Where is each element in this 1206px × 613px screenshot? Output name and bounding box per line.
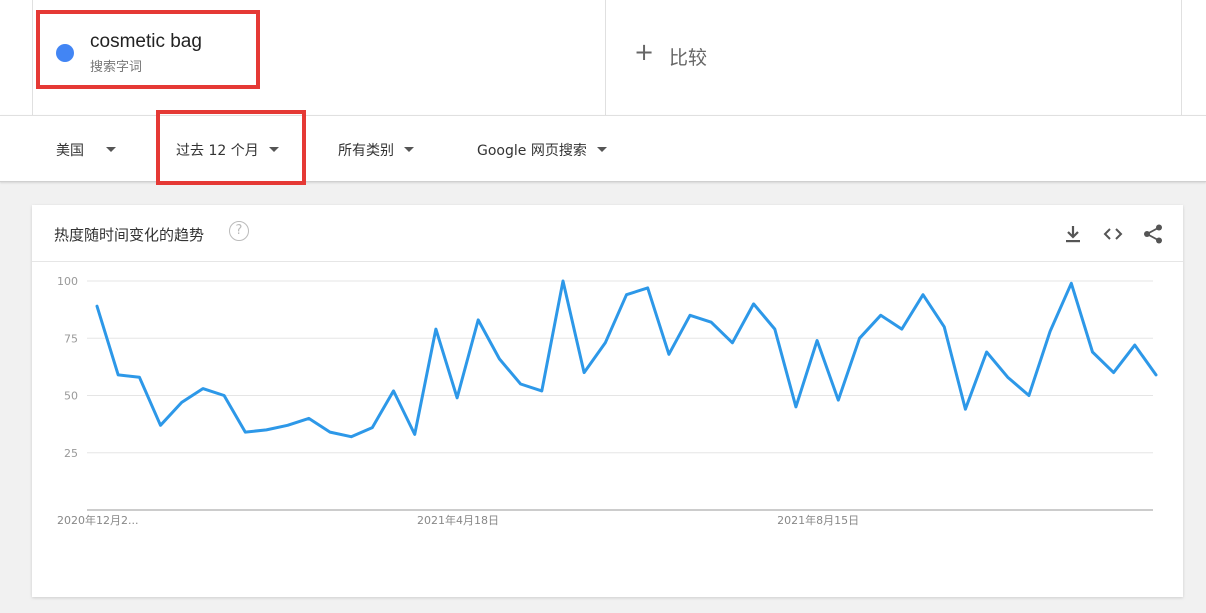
chevron-down-icon bbox=[404, 146, 414, 152]
embed-icon[interactable] bbox=[1102, 223, 1124, 245]
trend-chart: 25 50 75 100 2020年12月2... 2021年4月18日 2021年8月15… bbox=[57, 275, 1159, 527]
data-point[interactable] bbox=[751, 301, 757, 307]
data-point[interactable] bbox=[899, 326, 905, 332]
data-point[interactable] bbox=[1026, 393, 1032, 399]
data-point[interactable] bbox=[263, 427, 269, 433]
data-point[interactable] bbox=[581, 370, 587, 376]
data-point[interactable] bbox=[179, 399, 185, 405]
data-point[interactable] bbox=[878, 312, 884, 318]
y-tick-label: 100 bbox=[57, 275, 78, 288]
data-point[interactable] bbox=[285, 422, 291, 428]
data-point[interactable] bbox=[1047, 328, 1053, 334]
data-point[interactable] bbox=[496, 356, 502, 362]
category-label: 所有类别 bbox=[338, 143, 394, 159]
data-point[interactable] bbox=[708, 319, 714, 325]
data-point[interactable] bbox=[158, 422, 164, 428]
data-point[interactable] bbox=[687, 312, 693, 318]
region-label: 美国 bbox=[56, 143, 84, 159]
data-point[interactable] bbox=[242, 429, 248, 435]
data-point[interactable] bbox=[115, 372, 121, 378]
data-point[interactable] bbox=[306, 415, 312, 421]
data-point[interactable] bbox=[814, 338, 820, 344]
data-point[interactable] bbox=[560, 278, 566, 284]
data-point[interactable] bbox=[136, 374, 142, 380]
y-tick-label: 50 bbox=[64, 390, 78, 403]
x-tick-label: 2021年4月18日 bbox=[417, 513, 499, 527]
data-point[interactable] bbox=[666, 351, 672, 357]
data-point[interactable] bbox=[518, 381, 524, 387]
download-icon[interactable] bbox=[1062, 223, 1084, 245]
data-point[interactable] bbox=[1132, 342, 1138, 348]
data-point[interactable] bbox=[920, 292, 926, 298]
data-point[interactable] bbox=[962, 406, 968, 412]
category-dropdown[interactable]: 所有类别 bbox=[338, 140, 414, 160]
chevron-down-icon bbox=[596, 146, 607, 152]
y-tick-label: 75 bbox=[64, 332, 78, 345]
data-point[interactable] bbox=[856, 335, 862, 341]
data-point[interactable] bbox=[391, 388, 397, 394]
data-point[interactable] bbox=[729, 340, 735, 346]
data-point[interactable] bbox=[475, 317, 481, 323]
panel-title: 热度随时间变化的趋势 bbox=[54, 226, 205, 244]
search-type-label: Google 网页搜索 bbox=[477, 143, 587, 159]
plus-icon[interactable]: + bbox=[634, 38, 654, 66]
panel-header: 热度随时间变化的趋势 ? bbox=[32, 205, 1183, 262]
data-point[interactable] bbox=[835, 397, 841, 403]
data-point[interactable] bbox=[433, 326, 439, 332]
search-type-dropdown[interactable]: Google 网页搜索 bbox=[477, 140, 607, 160]
chevron-down-icon bbox=[106, 146, 116, 152]
search-term-header: cosmetic bag 搜索字词 + 比较 bbox=[0, 0, 1206, 115]
data-point[interactable] bbox=[793, 404, 799, 410]
series-line[interactable] bbox=[95, 279, 1158, 439]
data-point[interactable] bbox=[327, 429, 333, 435]
highlight-box-time-range bbox=[156, 110, 306, 185]
data-point[interactable] bbox=[94, 303, 100, 309]
data-point[interactable] bbox=[645, 285, 651, 291]
region-dropdown[interactable]: 美国 bbox=[56, 140, 116, 160]
x-tick-label: 2020年12月2... bbox=[57, 513, 138, 527]
data-point[interactable] bbox=[602, 340, 608, 346]
data-point[interactable] bbox=[539, 388, 545, 394]
compare-label[interactable]: 比较 bbox=[669, 43, 707, 70]
data-point[interactable] bbox=[1111, 370, 1117, 376]
data-point[interactable] bbox=[984, 349, 990, 355]
share-icon[interactable] bbox=[1142, 223, 1164, 245]
data-point[interactable] bbox=[772, 326, 778, 332]
data-point[interactable] bbox=[1089, 349, 1095, 355]
highlight-box-term bbox=[36, 10, 260, 89]
data-point[interactable] bbox=[412, 431, 418, 437]
data-point[interactable] bbox=[369, 425, 375, 431]
data-point[interactable] bbox=[1068, 280, 1074, 286]
interest-over-time-panel: 热度随时间变化的趋势 ? 25 50 75 100 2020年12月2... 2021年4… bbox=[32, 205, 1183, 597]
data-point[interactable] bbox=[454, 395, 460, 401]
data-point[interactable] bbox=[941, 324, 947, 330]
data-point[interactable] bbox=[624, 292, 630, 298]
data-point[interactable] bbox=[1153, 372, 1159, 378]
data-point[interactable] bbox=[348, 434, 354, 440]
data-point[interactable] bbox=[200, 386, 206, 392]
data-point[interactable] bbox=[1005, 374, 1011, 380]
data-point[interactable] bbox=[221, 393, 227, 399]
x-tick-label: 2021年8月15日 bbox=[777, 513, 859, 527]
help-icon[interactable]: ? bbox=[229, 221, 249, 241]
y-tick-label: 25 bbox=[64, 447, 78, 460]
